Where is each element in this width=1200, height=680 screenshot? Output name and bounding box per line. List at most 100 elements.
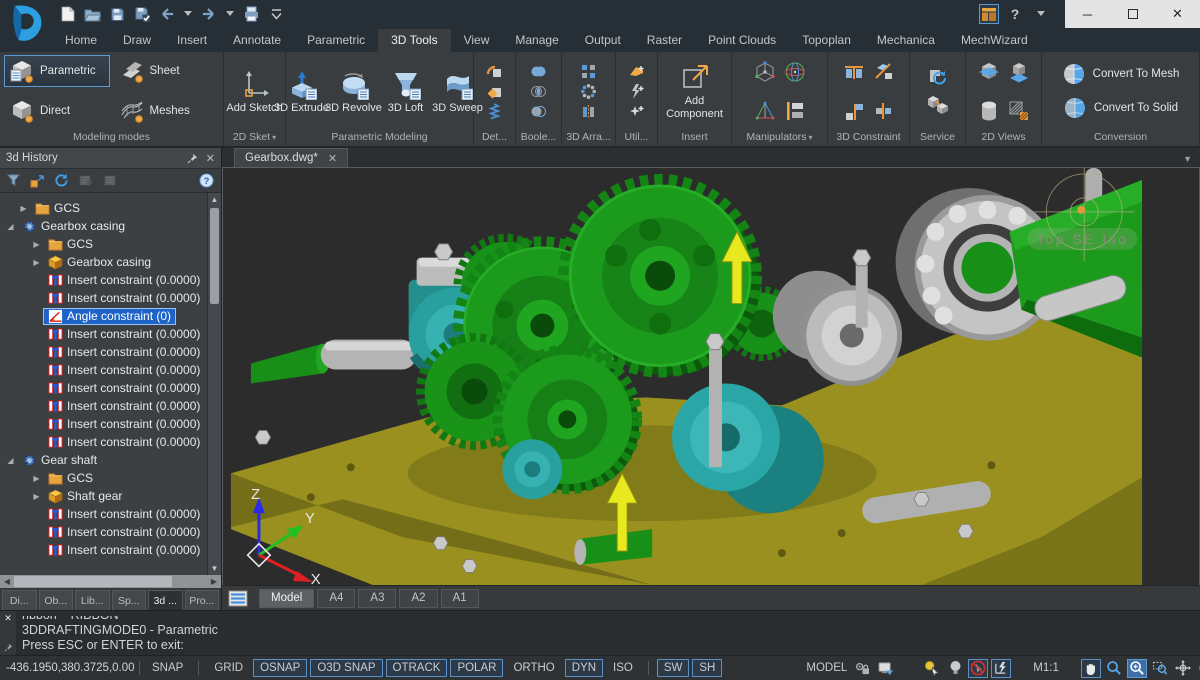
expander-icon[interactable]: ▶ (30, 474, 43, 483)
update-solid-icon[interactable] (927, 68, 949, 90)
add-component-button[interactable]: Add Component (666, 61, 723, 120)
expander-icon[interactable]: ▶ (30, 240, 43, 249)
tab-topoplan[interactable]: Topoplan (789, 29, 864, 52)
dropdown-icon[interactable] (1031, 4, 1051, 24)
star-plus-icon[interactable] (628, 103, 645, 120)
tab-raster[interactable]: Raster (634, 29, 695, 52)
tree-item[interactable]: ▶ GCS (0, 235, 207, 253)
new-icon[interactable] (58, 5, 76, 23)
toggle-otrack[interactable]: OTRACK (385, 659, 448, 677)
command-line[interactable]: ✕ ribbon RIBBON3DDRAFTINGMODE0 - Paramet… (0, 610, 1200, 655)
pan-icon[interactable] (1080, 658, 1101, 678)
parametric-mode-button[interactable]: Parametric (4, 55, 110, 87)
app-logo-icon[interactable] (8, 3, 46, 45)
open-icon[interactable] (83, 5, 101, 23)
tree-item[interactable]: Angle constraint (0) (0, 307, 207, 325)
toggle-o3d-snap[interactable]: O3D SNAP (310, 659, 383, 677)
dynamic-ucs-icon[interactable] (991, 658, 1012, 678)
intersect-icon[interactable] (530, 83, 547, 100)
expander-icon[interactable]: ▶ (30, 492, 43, 501)
section-plane-icon[interactable] (978, 61, 1000, 83)
toggle-osnap[interactable]: OSNAP (253, 659, 308, 677)
lightning-plus-icon[interactable] (628, 83, 645, 100)
qsave-icon[interactable] (133, 5, 151, 23)
vertical-scrollbar[interactable]: ▲ ▼ (207, 193, 221, 575)
tree-item[interactable]: Insert constraint (0.0000) (0, 505, 207, 523)
subtract-icon[interactable] (530, 103, 547, 120)
close-document-icon[interactable]: ✕ (328, 152, 337, 165)
expander-icon[interactable]: ◢ (4, 456, 17, 465)
annotation-scale[interactable]: M1:1 (1033, 662, 1059, 674)
panel-tab-Ob[interactable]: Ob... (38, 590, 73, 610)
panel-tab-Lib[interactable]: Lib... (75, 590, 110, 610)
fix-constraint-icon[interactable] (843, 100, 865, 122)
component-link-icon[interactable] (30, 173, 46, 189)
tree-item[interactable]: Insert constraint (0.0000) (0, 325, 207, 343)
panel-tab-Di[interactable]: Di... (2, 590, 37, 610)
tab-view[interactable]: View (451, 29, 503, 52)
solid-pair-icon[interactable] (927, 93, 949, 115)
annotation-lock-icon[interactable] (852, 659, 872, 678)
layout-tab-a3[interactable]: A3 (358, 588, 397, 608)
filter-icon[interactable] (6, 173, 22, 189)
convert-to-solid-button[interactable]: Convert To Solid (1055, 92, 1186, 124)
tab-parametric[interactable]: Parametric (294, 29, 378, 52)
gizmo-3d-icon[interactable] (754, 61, 776, 83)
dropdown-icon[interactable] (225, 5, 235, 23)
align-bars-icon[interactable] (784, 100, 806, 122)
tree-item[interactable]: ▶ GCS (0, 469, 207, 487)
detail-part-icon[interactable] (486, 83, 503, 100)
cylinder-view-icon[interactable] (978, 100, 1000, 122)
undo-icon[interactable] (158, 5, 176, 23)
expander-icon[interactable]: ▶ (17, 204, 30, 213)
save-icon[interactable] (108, 5, 126, 23)
tree-item[interactable]: Insert constraint (0.0000) (0, 361, 207, 379)
sheet-mode-button[interactable]: Sheet (114, 55, 220, 87)
layout-list-icon[interactable] (228, 590, 248, 607)
toggle-dyn[interactable]: DYN (564, 659, 604, 677)
toggle-polar[interactable]: POLAR (450, 659, 504, 677)
help-icon[interactable]: ? (199, 172, 215, 189)
free-orbit-icon[interactable] (1196, 659, 1200, 678)
tree-item[interactable]: Insert constraint (0.0000) (0, 433, 207, 451)
toggle-sh[interactable]: SH (692, 659, 723, 677)
polar-array-icon[interactable] (580, 83, 597, 100)
palette-icon[interactable] (979, 4, 999, 24)
tab-draw[interactable]: Draw (110, 29, 164, 52)
tree-item[interactable]: Insert constraint (0.0000) (0, 289, 207, 307)
expander-icon[interactable]: ◢ (4, 222, 17, 231)
layout-tab-model[interactable]: Model (259, 588, 315, 608)
spring-icon[interactable] (486, 102, 503, 120)
mirror-icon[interactable] (580, 103, 597, 120)
annotation-monitor-icon[interactable] (876, 659, 896, 678)
help-icon[interactable]: ? (1005, 4, 1025, 24)
tree-item[interactable]: Insert constraint (0.0000) (0, 523, 207, 541)
3d-extrude-button[interactable]: 3D Extrude (274, 68, 329, 115)
tangent-constraint-icon[interactable] (873, 100, 895, 122)
close-command-icon[interactable]: ✕ (4, 614, 12, 623)
tab-output[interactable]: Output (572, 29, 634, 52)
pin-command-icon[interactable] (4, 643, 13, 652)
tree-item[interactable]: Insert constraint (0.0000) (0, 415, 207, 433)
3d-revolve-button[interactable]: 3D Revolve (325, 68, 382, 115)
rotate-sphere-icon[interactable] (784, 61, 806, 83)
toggle-grid[interactable]: GRID (207, 659, 250, 677)
toggle-sw[interactable]: SW (656, 659, 690, 677)
zoom-out-icon[interactable] (1104, 659, 1124, 678)
orbit-icon[interactable] (1173, 659, 1193, 678)
flatshot-icon[interactable] (1008, 61, 1030, 83)
tetra-manipulator-icon[interactable] (754, 100, 776, 122)
tab-mechwizard[interactable]: MechWizard (948, 29, 1041, 52)
tree-item[interactable]: ◢ Gear shaft (0, 451, 207, 469)
tab-manage[interactable]: Manage (502, 29, 571, 52)
tree-item[interactable]: ◢ Gearbox casing (0, 217, 207, 235)
tab-point-clouds[interactable]: Point Clouds (695, 29, 789, 52)
dropdown-icon[interactable] (183, 5, 193, 23)
toggle-ortho[interactable]: ORTHO (506, 659, 561, 677)
zoom-in-icon[interactable] (1126, 658, 1147, 678)
hatch-view-icon[interactable] (1008, 100, 1030, 122)
tree-item[interactable]: ▶ GCS (0, 199, 207, 217)
rect-array-icon[interactable] (580, 63, 597, 80)
union-icon[interactable] (530, 63, 547, 80)
redo-icon[interactable] (200, 5, 218, 23)
